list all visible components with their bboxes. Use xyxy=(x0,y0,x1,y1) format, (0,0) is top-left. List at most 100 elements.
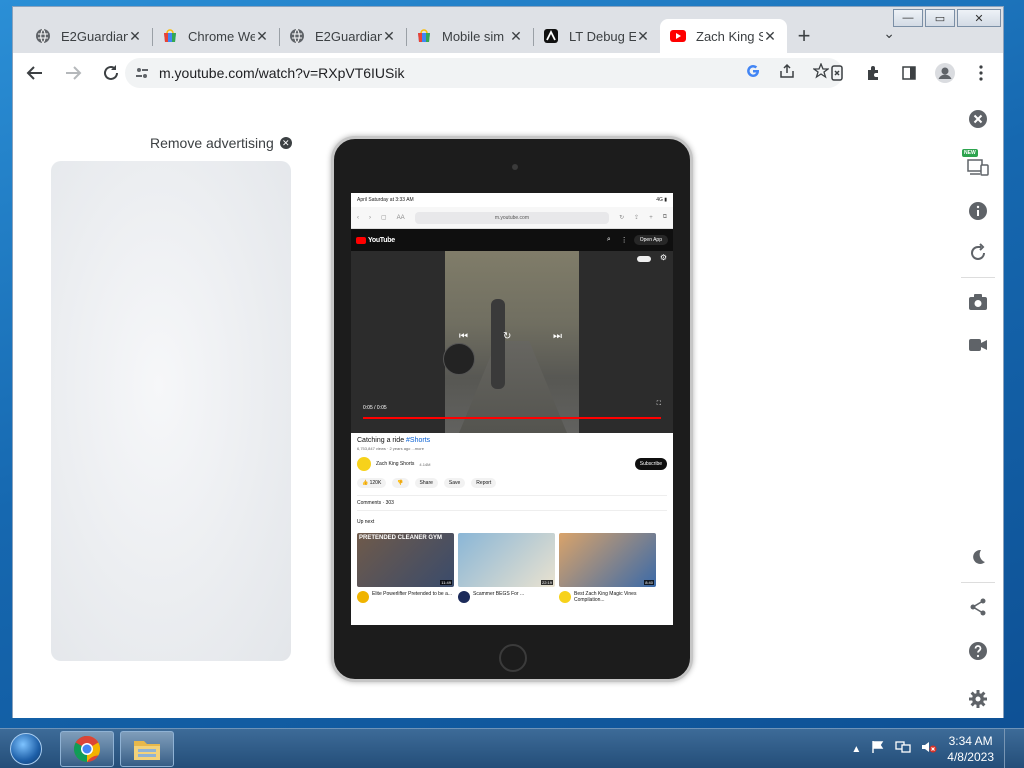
open-app-button[interactable]: Open App xyxy=(633,235,668,245)
taskbar-clock[interactable]: 3:34 AM 4/8/2023 xyxy=(947,733,994,765)
profile-avatar-icon[interactable] xyxy=(931,59,959,87)
tab-zach-king-shorts[interactable]: Zach King S ✕ xyxy=(660,19,787,53)
channel-avatar[interactable] xyxy=(559,591,571,603)
list-item[interactable]: 22:19 Scammer BEGS For ... xyxy=(458,533,555,603)
fullscreen-icon[interactable]: ⛶ xyxy=(657,401,661,408)
channel-avatar[interactable] xyxy=(458,591,470,603)
tab-search-dropdown[interactable]: ⌄ xyxy=(883,25,895,42)
replay-icon[interactable]: ↻ xyxy=(503,331,511,342)
dislike-button[interactable]: 👎 xyxy=(392,478,409,488)
next-icon[interactable]: ⏭ xyxy=(553,331,562,342)
video-player[interactable]: ⏮ ↻ ⏭ ⚙ 0:05 / 0:05 ⛶ xyxy=(351,251,673,433)
tab-chrome-webstore[interactable]: Chrome We ✕ xyxy=(152,19,279,53)
save-button[interactable]: Save xyxy=(443,478,466,488)
record-video-button[interactable] xyxy=(966,333,990,357)
network-icon[interactable] xyxy=(895,740,911,759)
start-button[interactable] xyxy=(4,730,48,768)
action-center-flag-icon[interactable] xyxy=(871,740,885,759)
hashtag-link[interactable]: #Shorts xyxy=(406,437,430,444)
volume-muted-icon[interactable] xyxy=(921,740,937,759)
taskbar-chrome[interactable] xyxy=(60,731,114,767)
reader-icon[interactable]: ▢ xyxy=(381,214,387,221)
more-vert-icon[interactable]: ⋮ xyxy=(621,236,628,244)
list-item[interactable]: 8:40 Best Zach King Magic Vines Compilat… xyxy=(559,533,656,603)
video-thumbnail[interactable]: PRETENDED CLEANER GYM 11:49 xyxy=(357,533,454,587)
list-item[interactable]: PRETENDED CLEANER GYM 11:49 Elite Powerl… xyxy=(357,533,454,603)
minimize-button[interactable]: — xyxy=(893,9,923,27)
report-button[interactable]: Report xyxy=(471,478,497,488)
settings-button[interactable] xyxy=(966,687,990,711)
back-chevron-icon[interactable]: ‹ xyxy=(357,215,359,221)
subscribe-button[interactable]: Subscribe xyxy=(634,458,667,470)
video-progress-bar[interactable] xyxy=(363,417,661,419)
search-icon[interactable]: ⌕ xyxy=(607,236,611,244)
extensions-puzzle-icon[interactable] xyxy=(859,59,887,87)
channel-name[interactable]: Zach King Shorts xyxy=(376,461,414,467)
share-icon[interactable]: ⇪ xyxy=(634,214,639,221)
forward-button[interactable] xyxy=(57,57,89,89)
url-text[interactable]: m.youtube.com/watch?v=RXpVT6IUSik xyxy=(159,65,745,81)
comments-row[interactable]: Comments · 303 xyxy=(357,495,667,511)
globe-icon xyxy=(289,28,305,44)
device-select-button[interactable]: NEW xyxy=(962,149,990,179)
close-simulator-button[interactable] xyxy=(966,107,990,131)
autoplay-toggle[interactable] xyxy=(637,256,651,262)
previous-icon[interactable]: ⏮ xyxy=(459,331,468,342)
status-time: April Saturday at 3:33 AM xyxy=(357,197,414,203)
video-thumbnail[interactable]: 22:19 xyxy=(458,533,555,587)
new-tab-button[interactable]: + xyxy=(787,19,821,53)
side-panel-icon[interactable] xyxy=(895,59,923,87)
tab-close-icon[interactable]: ✕ xyxy=(509,28,523,45)
tab-e2guardian-1[interactable]: E2Guardian ✕ xyxy=(25,19,152,53)
rotate-button[interactable] xyxy=(966,240,990,264)
google-lens-icon[interactable] xyxy=(745,63,761,84)
back-button[interactable] xyxy=(19,57,51,89)
remove-advertising-link[interactable]: Remove advertising ✕ xyxy=(150,135,292,151)
share-simulator-button[interactable] xyxy=(966,595,990,619)
close-window-button[interactable]: ✕ xyxy=(957,9,1001,27)
address-bar[interactable]: m.youtube.com/watch?v=RXpVT6IUSik xyxy=(125,58,843,88)
mobile-address-field[interactable]: m.youtube.com xyxy=(414,211,610,224)
kebab-menu-icon[interactable] xyxy=(967,59,995,87)
add-icon[interactable]: + xyxy=(649,215,653,221)
forward-chevron-icon[interactable]: › xyxy=(369,215,371,221)
tab-e2guardian-2[interactable]: E2Guardian ✕ xyxy=(279,19,406,53)
screenshot-button[interactable] xyxy=(966,290,990,314)
youtube-logo[interactable]: YouTube xyxy=(356,236,395,244)
tab-close-icon[interactable]: ✕ xyxy=(382,28,396,45)
video-duration: 22:19 xyxy=(540,580,553,585)
video-title[interactable]: Catching a ride #Shorts xyxy=(357,437,667,444)
video-meta[interactable]: 6,753,847 views · 2 years ago ...more xyxy=(357,446,667,451)
show-hidden-icons-icon[interactable]: ▲ xyxy=(851,744,861,755)
share-icon[interactable] xyxy=(779,63,795,84)
dark-mode-button[interactable] xyxy=(966,545,990,569)
maximize-button[interactable]: ▭ xyxy=(925,9,955,27)
tab-close-icon[interactable]: ✕ xyxy=(128,28,142,45)
tab-close-icon[interactable]: ✕ xyxy=(763,28,777,45)
share-button[interactable]: Share xyxy=(414,478,438,488)
channel-avatar[interactable] xyxy=(357,457,371,471)
tab-lt-debug[interactable]: LT Debug E ✕ xyxy=(533,19,660,53)
tab-strip: E2Guardian ✕ Chrome We ✕ E2Guardian ✕ Mo… xyxy=(25,19,821,53)
taskbar-file-explorer[interactable] xyxy=(120,731,174,767)
mobile-simulator-extension-icon[interactable] xyxy=(823,59,851,87)
tab-close-icon[interactable]: ✕ xyxy=(636,28,650,45)
channel-avatar[interactable] xyxy=(357,591,369,603)
video-thumbnail[interactable]: 8:40 xyxy=(559,533,656,587)
show-desktop-button[interactable] xyxy=(1004,729,1016,768)
tab-close-icon[interactable]: ✕ xyxy=(255,28,269,45)
chrome-webstore-icon xyxy=(416,28,432,44)
like-button[interactable]: 👍 120K xyxy=(357,478,387,488)
tab-mobile-simulator[interactable]: Mobile sim ✕ xyxy=(406,19,533,53)
help-button[interactable] xyxy=(966,639,990,663)
text-size-button[interactable]: AA xyxy=(397,215,405,221)
info-button[interactable] xyxy=(966,199,990,223)
device-screen[interactable]: April Saturday at 3:33 AM 4G ▮ ‹ › ▢ AA … xyxy=(351,193,673,625)
arrow-right-icon xyxy=(66,66,82,80)
home-button[interactable] xyxy=(499,644,527,672)
tabs-icon[interactable]: ⧉ xyxy=(663,214,667,221)
settings-gear-icon[interactable]: ⚙ xyxy=(660,253,667,262)
reload-button[interactable] xyxy=(95,57,127,89)
close-circle-icon[interactable]: ✕ xyxy=(279,137,292,149)
reload-icon[interactable]: ↻ xyxy=(619,214,624,221)
